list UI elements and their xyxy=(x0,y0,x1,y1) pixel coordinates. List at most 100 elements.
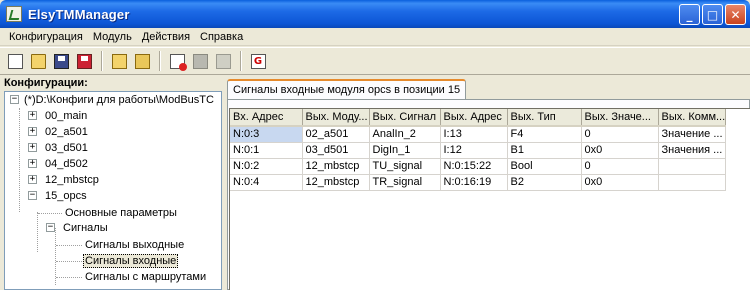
table-cell[interactable]: 0x0 xyxy=(581,174,659,191)
tree-node-main-params[interactable]: Основные параметры xyxy=(65,205,177,221)
tree-line xyxy=(56,277,82,278)
table-cell[interactable]: 12_mbstcp xyxy=(302,174,370,191)
column-header[interactable]: Вых. Значе... xyxy=(581,109,659,127)
table-cell[interactable]: N:0:15:22 xyxy=(440,158,508,175)
open-config-button[interactable] xyxy=(27,50,49,72)
table-header-row: Вх. Адрес Вых. Моду... Вых. Сигнал Вых. … xyxy=(230,109,727,127)
new-file-icon xyxy=(7,53,23,69)
expand-icon[interactable]: + xyxy=(28,143,37,152)
panel-splitter[interactable] xyxy=(222,77,226,290)
folder-open-button[interactable] xyxy=(108,50,130,72)
table-cell[interactable]: N:0:16:19 xyxy=(440,174,508,191)
menu-help[interactable]: Справка xyxy=(195,31,248,43)
table-cell[interactable]: N:0:4 xyxy=(230,174,303,191)
expand-icon[interactable]: + xyxy=(28,111,37,120)
tree-node-label: 04_d502 xyxy=(45,158,88,170)
table-cell[interactable]: N:0:3 xyxy=(230,126,303,143)
folder-open-icon xyxy=(111,53,127,69)
maximize-icon: □ xyxy=(706,7,719,22)
config-tree[interactable]: − (*)D:\Конфиги для работы\ModBusTC + 00… xyxy=(4,91,222,290)
table-cell[interactable]: B1 xyxy=(507,142,582,159)
table-cell[interactable]: TR_signal xyxy=(369,174,441,191)
menu-actions[interactable]: Действия xyxy=(137,31,195,43)
table-cell[interactable]: TU_signal xyxy=(369,158,441,175)
table-cell[interactable]: 12_mbstcp xyxy=(302,158,370,175)
table-cell[interactable] xyxy=(658,174,727,191)
close-button[interactable]: ✕ xyxy=(725,4,746,25)
folders-button[interactable] xyxy=(131,50,153,72)
title-bar: ElsyTMManager _ □ ✕ xyxy=(0,0,750,28)
minimize-button[interactable]: _ xyxy=(679,4,700,25)
tree-line xyxy=(56,245,82,246)
expand-icon[interactable]: + xyxy=(28,159,37,168)
table-cell[interactable]: AnalIn_2 xyxy=(369,126,441,143)
tree-root-label: (*)D:\Конфиги для работы\ModBusTC xyxy=(24,94,214,106)
table-cell[interactable]: N:0:1 xyxy=(230,142,303,159)
menu-module[interactable]: Модуль xyxy=(88,31,137,43)
new-config-button[interactable] xyxy=(4,50,26,72)
table-row[interactable]: N:0:2 12_mbstcp TU_signal N:0:15:22 Bool… xyxy=(230,158,727,175)
tree-node-signals-in[interactable]: Сигналы входные xyxy=(83,253,179,269)
table-cell[interactable]: I:13 xyxy=(440,126,508,143)
menu-bar: Конфигурация Модуль Действия Справка xyxy=(0,28,750,46)
tree-line xyxy=(19,108,20,212)
collapse-icon[interactable]: − xyxy=(10,95,19,104)
tree-node-signals-routes[interactable]: Сигналы с маршрутами xyxy=(85,269,206,285)
folders-icon xyxy=(134,53,150,69)
table-cell[interactable]: 0x0 xyxy=(581,142,659,159)
table-cell[interactable]: 03_d501 xyxy=(302,142,370,159)
expand-icon[interactable]: + xyxy=(28,127,37,136)
collapse-icon[interactable]: − xyxy=(46,223,55,232)
tab-signals-in[interactable]: Сигналы входные модуля opcs в позиции 15 xyxy=(227,79,467,99)
table-cell[interactable]: Значения ... xyxy=(658,142,727,159)
delete-icon xyxy=(192,53,208,69)
table-cell[interactable]: DigIn_1 xyxy=(369,142,441,159)
column-header[interactable]: Вых. Комм... xyxy=(658,109,727,127)
tree-node-signals-out[interactable]: Сигналы выходные xyxy=(85,237,184,253)
column-header[interactable]: Вых. Адрес xyxy=(440,109,508,127)
generate-button[interactable]: G xyxy=(247,50,269,72)
signals-table: Вх. Адрес Вых. Моду... Вых. Сигнал Вых. … xyxy=(230,109,727,191)
table-row[interactable]: N:0:3 02_a501 AnalIn_2 I:13 F4 0 Значени… xyxy=(230,126,727,143)
table-cell[interactable]: F4 xyxy=(507,126,582,143)
tree-node-label: 03_d501 xyxy=(45,142,88,154)
table-cell[interactable]: 0 xyxy=(581,158,659,175)
column-header[interactable]: Вх. Адрес xyxy=(230,109,303,127)
toolbar-separator xyxy=(159,51,161,71)
maximize-button[interactable]: □ xyxy=(702,4,723,25)
column-header[interactable]: Вых. Сигнал xyxy=(369,109,441,127)
table-cell[interactable]: I:12 xyxy=(440,142,508,159)
signals-grid[interactable]: Вх. Адрес Вых. Моду... Вых. Сигнал Вых. … xyxy=(229,108,750,290)
add-module-button[interactable] xyxy=(166,50,188,72)
table-cell[interactable]: Значение ... xyxy=(658,126,727,143)
toolbar-separator xyxy=(101,51,103,71)
tree-node-label-selected: Сигналы входные xyxy=(83,254,179,268)
toolbar: G xyxy=(0,47,750,75)
column-header[interactable]: Вых. Тип xyxy=(507,109,582,127)
table-cell[interactable] xyxy=(658,158,727,175)
table-cell[interactable]: Bool xyxy=(507,158,582,175)
generate-icon: G xyxy=(250,53,266,69)
column-header[interactable]: Вых. Моду... xyxy=(302,109,370,127)
table-row[interactable]: N:0:1 03_d501 DigIn_1 I:12 B1 0x0 Значен… xyxy=(230,142,727,159)
table-cell[interactable]: 0 xyxy=(581,126,659,143)
tree-node-label: 12_mbstcp xyxy=(45,174,99,186)
expand-icon[interactable]: + xyxy=(28,175,37,184)
tree-line xyxy=(56,261,82,262)
menu-configuration[interactable]: Конфигурация xyxy=(4,31,88,43)
delete-button[interactable] xyxy=(189,50,211,72)
app-icon xyxy=(6,6,22,22)
table-cell[interactable]: B2 xyxy=(507,174,582,191)
save-icon xyxy=(53,53,69,69)
add-module-icon xyxy=(169,53,187,71)
collapse-icon[interactable]: − xyxy=(28,191,37,200)
save-button[interactable] xyxy=(50,50,72,72)
table-row[interactable]: N:0:4 12_mbstcp TR_signal N:0:16:19 B2 0… xyxy=(230,174,727,191)
configurations-header: Конфигурации: xyxy=(4,77,88,89)
edit-button[interactable] xyxy=(212,50,234,72)
toolbar-separator xyxy=(240,51,242,71)
table-cell[interactable]: N:0:2 xyxy=(230,158,303,175)
open-file-icon xyxy=(30,53,46,69)
save-as-button[interactable] xyxy=(73,50,95,72)
table-cell[interactable]: 02_a501 xyxy=(302,126,370,143)
